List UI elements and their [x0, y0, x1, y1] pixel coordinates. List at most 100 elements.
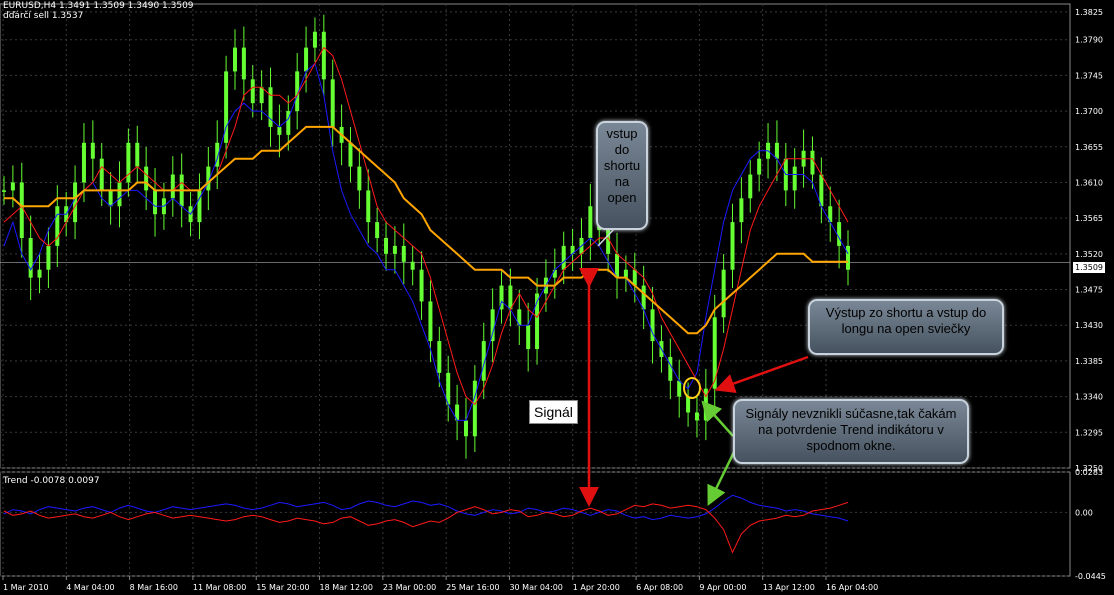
callout-exit-short-entry-long: Výstup zo shortu a vstup do longu na ope… [808, 299, 1004, 355]
trend-window-label: Trend -0.0078 0.0097 [3, 476, 100, 486]
candle-body [623, 269, 628, 278]
x-axis-ticks: 1 Mar 2010 4 Mar 04:00 8 Mar 16:00 11 Mar 0… [2, 576, 878, 592]
candle-body [28, 237, 33, 278]
signal-label: Signál [529, 400, 578, 424]
candle-body [615, 253, 620, 278]
trend-y-axis-ticks: 0.0283 0.00 -0.0445 [1075, 468, 1106, 581]
candle-body [232, 47, 237, 72]
y-tick-label: 1.3565 [1075, 214, 1103, 223]
candle-body [588, 206, 593, 238]
indicator-lines [3, 46, 849, 421]
x-tick-label: 18 Mar 12:00 [320, 583, 373, 592]
candle-body [330, 79, 335, 127]
x-tick-label: 30 Mar 04:00 [509, 583, 562, 592]
y-tick-label: 1.3475 [1075, 286, 1103, 295]
candle-body [250, 79, 255, 104]
candle-body [472, 380, 477, 437]
candle-body [677, 380, 682, 397]
candle-body [46, 245, 51, 270]
candle-body [170, 174, 175, 199]
candle-body [241, 47, 246, 80]
price-candles [2, 14, 850, 459]
candle-body [304, 47, 309, 72]
candle-body [846, 245, 850, 270]
candle-body [401, 245, 406, 262]
candle-body [641, 285, 646, 310]
candle-body [117, 182, 122, 207]
candle-body [384, 237, 389, 254]
x-tick-label: 1 Apr 20:00 [573, 583, 620, 592]
candle-body [392, 245, 397, 254]
candle-body [153, 190, 158, 215]
candle-body [37, 269, 42, 278]
candle-body [739, 198, 744, 223]
x-tick-label: 13 Apr 12:00 [763, 583, 815, 592]
candle-body [757, 158, 762, 175]
exit-arrow [714, 355, 809, 394]
candle-body [712, 317, 717, 389]
x-tick-label: 1 Mar 2010 [3, 583, 49, 592]
trend-y-tick-label: -0.0445 [1075, 572, 1106, 581]
x-tick-label: 16 Apr 04:00 [826, 583, 878, 592]
trend-y-tick-label: 0.00 [1075, 508, 1093, 517]
trend-y-tick-label: 0.0283 [1075, 468, 1103, 477]
y-tick-label: 1.3745 [1075, 71, 1103, 80]
y-tick-label: 1.3790 [1075, 36, 1103, 45]
candle-body [748, 174, 753, 199]
candle-body [668, 356, 673, 381]
candle-body [144, 166, 149, 191]
candle-body [348, 142, 353, 167]
candle-body [792, 166, 797, 191]
y-tick-label: 1.3700 [1075, 107, 1103, 116]
y-tick-label: 1.3430 [1075, 321, 1103, 330]
x-tick-label: 9 Apr 00:00 [699, 583, 746, 592]
candle-body [375, 222, 380, 238]
chart-grid [0, 3, 1071, 577]
x-tick-label: 15 Mar 20:00 [256, 583, 309, 592]
y-tick-label: 1.3385 [1075, 357, 1103, 366]
candle-body [437, 341, 442, 373]
candle-body [419, 269, 424, 302]
y-tick-label: 1.3340 [1075, 393, 1103, 402]
candle-body [774, 142, 779, 159]
x-tick-label: 11 Mar 08:00 [193, 583, 246, 592]
candle-body [508, 285, 513, 310]
candle-body [73, 182, 78, 223]
candle-body [410, 261, 415, 270]
indicator-header: ďďárčí sell 1.3537 [3, 11, 84, 21]
candle-body [526, 325, 531, 350]
y-tick-label: 1.3520 [1075, 250, 1103, 259]
candle-body [312, 31, 317, 48]
red-series-line [3, 46, 849, 406]
candle-body [366, 190, 371, 223]
candle-body [2, 190, 6, 192]
y-tick-label: 1.3295 [1075, 428, 1103, 437]
candle-body [810, 150, 815, 175]
candle-body [721, 269, 726, 318]
y-tick-label: 1.3655 [1075, 143, 1103, 152]
y-tick-label: 1.3610 [1075, 178, 1103, 187]
candle-body [463, 420, 468, 437]
candle-body [10, 182, 15, 191]
symbol-header: EURUSD,H4 1.3491 1.3509 1.3490 1.3509 [3, 1, 194, 11]
candle-body [552, 269, 557, 278]
chart-canvas: 1.3825 1.3790 1.3745 1.3700 1.3655 1.3610 1.35… [0, 3, 1106, 592]
candle-body [686, 396, 691, 413]
candle-body [55, 206, 60, 246]
candle-body [135, 142, 140, 167]
candle-body [321, 31, 326, 80]
candle-body [694, 412, 699, 421]
candle-body [730, 222, 735, 270]
x-tick-label: 25 Mar 16:00 [446, 583, 499, 592]
current-price-tag: 1.3509 [1073, 262, 1105, 273]
candle-body [108, 190, 113, 207]
y-tick-label: 1.3825 [1075, 8, 1103, 17]
trend-blue-series-line [3, 494, 849, 522]
candle-body [268, 87, 273, 127]
candle-body [19, 182, 24, 238]
candle-body [126, 142, 131, 183]
orange-series-line [4, 125, 848, 335]
candle-body [357, 166, 362, 191]
blue-series-line [3, 62, 849, 421]
y-axis-ticks: 1.3825 1.3790 1.3745 1.3700 1.3655 1.3610 1.35… [1075, 8, 1103, 473]
